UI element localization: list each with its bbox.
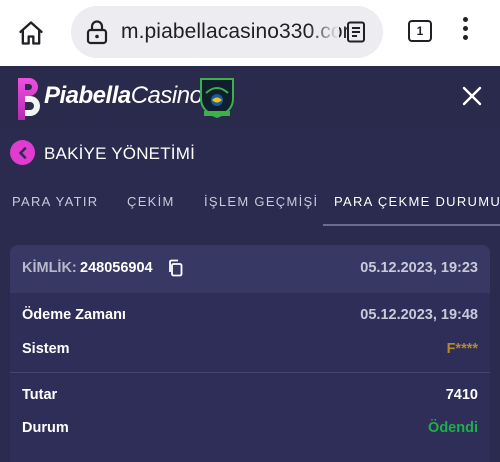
browser-toolbar: m.piabellacasino330.com 1 xyxy=(0,0,500,66)
id-value: 248056904 xyxy=(80,260,153,276)
status-badge: Ödendi xyxy=(428,420,478,436)
lock-icon xyxy=(86,20,108,45)
logo-mark xyxy=(18,78,40,120)
tab-count: 1 xyxy=(416,24,424,38)
tab-transaction-history[interactable]: İŞLEM GEÇMİŞİ xyxy=(204,194,318,209)
status-label: Durum xyxy=(22,420,69,436)
home-button[interactable] xyxy=(14,16,48,50)
logo-prefix: Piabella xyxy=(44,82,131,109)
license-badge-icon[interactable] xyxy=(198,75,236,119)
tabs-button[interactable]: 1 xyxy=(408,20,432,42)
back-button[interactable] xyxy=(10,140,35,165)
reader-mode-icon[interactable] xyxy=(344,20,368,44)
logo-suffix: Casino xyxy=(130,82,203,109)
id-label: KİMLİK: xyxy=(22,260,77,276)
home-icon xyxy=(19,21,43,45)
created-at: 05.12.2023, 19:23 xyxy=(360,260,478,276)
page-title-row: BAKİYE YÖNETİMİ xyxy=(0,128,500,180)
payment-time-label: Ödeme Zamanı xyxy=(22,307,126,323)
payment-time-value: 05.12.2023, 19:48 xyxy=(360,307,478,323)
withdrawal-card-header: KİMLİK: 248056904 05.12.2023, 19:23 xyxy=(10,245,490,293)
active-tab-indicator xyxy=(323,224,500,226)
address-bar[interactable]: m.piabellacasino330.com xyxy=(71,6,383,58)
copy-icon[interactable] xyxy=(167,259,183,277)
url-fade xyxy=(309,6,339,58)
tab-deposit[interactable]: PARA YATIR xyxy=(12,194,98,209)
system-value: F**** xyxy=(446,341,478,357)
divider xyxy=(10,372,490,373)
page-title: BAKİYE YÖNETİMİ xyxy=(44,144,196,163)
amount-value: 7410 xyxy=(445,387,478,403)
tab-withdraw[interactable]: ÇEKİM xyxy=(127,194,175,209)
close-icon[interactable] xyxy=(460,84,484,108)
amount-label: Tutar xyxy=(22,387,58,403)
tabs-bar: PARA YATIR ÇEKİM İŞLEM GEÇMİŞİ PARA ÇEKM… xyxy=(0,180,500,226)
tab-withdrawal-status[interactable]: PARA ÇEKME DURUMU xyxy=(334,194,500,209)
system-label: Sistem xyxy=(22,341,70,357)
more-vert-icon[interactable] xyxy=(460,17,470,45)
withdrawal-card: KİMLİK: 248056904 05.12.2023, 19:23 Ödem… xyxy=(10,245,490,462)
chevron-left-icon xyxy=(18,146,26,159)
logo-wordmark[interactable]: PiabellaCasino xyxy=(44,82,203,110)
site-header: PiabellaCasino xyxy=(0,66,500,128)
